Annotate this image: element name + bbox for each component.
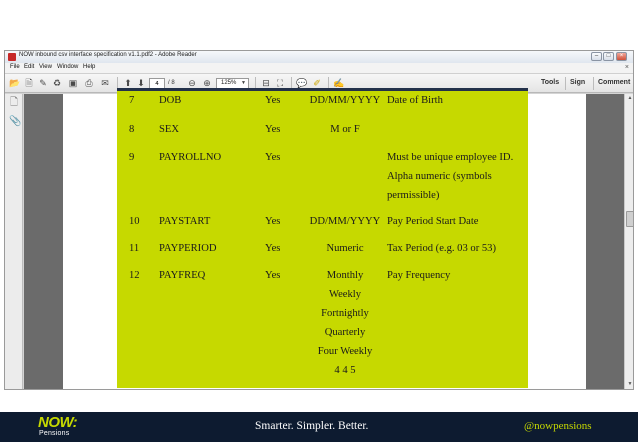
field-format: M or F bbox=[330, 124, 360, 135]
field-format: Monthly bbox=[326, 270, 364, 281]
menu-file[interactable]: File bbox=[10, 64, 20, 70]
tools-button[interactable]: Tools bbox=[541, 79, 559, 86]
maximize-button[interactable]: □ bbox=[603, 52, 614, 61]
print-icon[interactable]: ⎙ bbox=[83, 78, 95, 89]
menu-window[interactable]: Window bbox=[57, 64, 78, 70]
sign-button[interactable]: Sign bbox=[570, 79, 585, 86]
window-title: NOW inbound csv interface specification … bbox=[19, 52, 197, 58]
field-required: Yes bbox=[265, 216, 281, 227]
comment-button[interactable]: Comment bbox=[598, 79, 630, 86]
email-icon[interactable]: ✉ bbox=[99, 78, 111, 89]
twitter-handle: @nowpensions bbox=[524, 420, 592, 432]
scroll-down-icon[interactable]: ▼ bbox=[626, 381, 633, 389]
field-name: PAYFREQ bbox=[159, 270, 206, 281]
field-spec-table: 7 DOB Yes DD/MM/YYYY Date of Birth 8 SEX… bbox=[117, 88, 528, 388]
adobe-reader-icon bbox=[8, 53, 16, 61]
edit-icon[interactable]: ✎ bbox=[37, 78, 49, 89]
field-name: PAYPERIOD bbox=[159, 243, 217, 254]
field-description: Must be unique employee ID. bbox=[387, 152, 514, 163]
page-total: / 8 bbox=[168, 80, 175, 86]
close-window-button[interactable]: × bbox=[616, 52, 627, 61]
scroll-up-icon[interactable]: ▲ bbox=[626, 95, 633, 103]
field-required: Yes bbox=[265, 95, 281, 106]
menu-bar: File Edit View Window Help × bbox=[5, 63, 633, 74]
logo-now: NOW: bbox=[38, 414, 78, 431]
field-description: Tax Period (e.g. 03 or 53) bbox=[387, 243, 496, 254]
field-description: Pay Frequency bbox=[387, 270, 451, 281]
row-number: 11 bbox=[129, 243, 140, 254]
field-format: Quarterly bbox=[324, 327, 366, 338]
field-name: DOB bbox=[159, 95, 182, 106]
save-icon[interactable]: ▣ bbox=[67, 78, 79, 89]
menu-help[interactable]: Help bbox=[83, 64, 95, 70]
menu-edit[interactable]: Edit bbox=[24, 64, 34, 70]
field-description: Pay Period Start Date bbox=[387, 216, 479, 227]
field-required: Yes bbox=[265, 243, 281, 254]
field-format: Four Weekly bbox=[317, 346, 373, 357]
toolbar-separator bbox=[565, 77, 566, 90]
field-format: DD/MM/YYYY bbox=[309, 216, 381, 227]
navigation-pane: 🗋 📎 bbox=[5, 94, 23, 389]
field-required: Yes bbox=[265, 152, 281, 163]
page-thumbnails-icon[interactable]: 🗋 bbox=[9, 97, 19, 109]
now-pensions-logo: NOW: Pensions bbox=[38, 415, 88, 439]
field-name: PAYSTART bbox=[159, 216, 211, 227]
field-format: Numeric bbox=[326, 243, 364, 254]
row-number: 10 bbox=[129, 216, 140, 227]
minimize-button[interactable]: – bbox=[591, 52, 602, 61]
create-pdf-icon[interactable]: 🗎 bbox=[23, 78, 35, 89]
field-description: Alpha numeric (symbols bbox=[387, 171, 492, 182]
title-bar: NOW inbound csv interface specification … bbox=[5, 51, 633, 63]
open-icon[interactable]: 📂 bbox=[9, 78, 21, 89]
vertical-scrollbar[interactable]: ▲ ▼ bbox=[624, 94, 633, 389]
field-description: permissible) bbox=[387, 190, 440, 201]
slide-footer: NOW: Pensions Smarter. Simpler. Better. … bbox=[0, 412, 638, 442]
field-name: SEX bbox=[159, 124, 180, 135]
row-number: 8 bbox=[129, 124, 135, 135]
attachments-icon[interactable]: 📎 bbox=[9, 116, 21, 128]
row-number: 7 bbox=[129, 95, 135, 106]
toolbar-separator bbox=[593, 77, 594, 90]
field-format: Fortnightly bbox=[321, 308, 369, 319]
close-document-button[interactable]: × bbox=[625, 64, 629, 71]
field-name: PAYROLLNO bbox=[159, 152, 222, 163]
field-format: 4 4 5 bbox=[334, 365, 356, 376]
field-format: DD/MM/YYYY bbox=[309, 95, 381, 106]
share-icon[interactable]: ♻ bbox=[51, 78, 63, 89]
field-required: Yes bbox=[265, 124, 281, 135]
tagline: Smarter. Simpler. Better. bbox=[255, 420, 369, 432]
field-required: Yes bbox=[265, 270, 281, 281]
logo-pensions: Pensions bbox=[39, 430, 70, 437]
menu-view[interactable]: View bbox=[39, 64, 52, 70]
table-top-rule bbox=[117, 88, 528, 91]
field-description: Date of Birth bbox=[387, 95, 443, 106]
field-format: Weekly bbox=[328, 289, 362, 300]
zoom-value: 125% bbox=[221, 80, 237, 86]
scroll-thumb[interactable] bbox=[626, 211, 633, 227]
zoom-dropdown-icon[interactable]: ▼ bbox=[241, 80, 246, 86]
row-number: 12 bbox=[129, 270, 140, 281]
row-number: 9 bbox=[129, 152, 135, 163]
